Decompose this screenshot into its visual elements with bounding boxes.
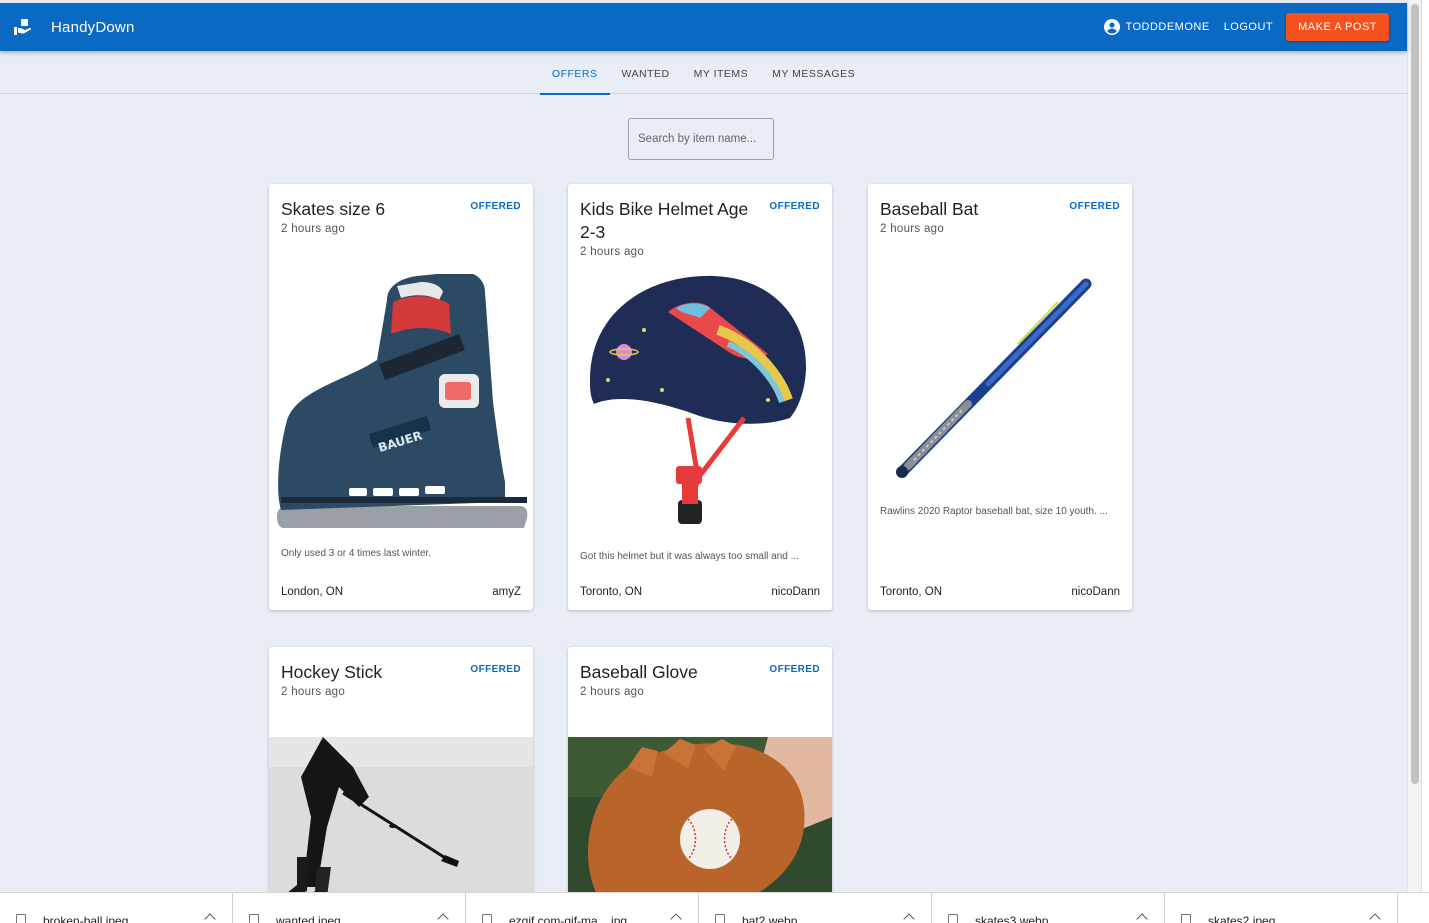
file-icon [482, 914, 492, 923]
user-account[interactable]: TODDDEMONE [1104, 19, 1209, 35]
download-item[interactable]: bat2.webp [699, 893, 932, 923]
card-username: amyZ [492, 586, 521, 598]
download-filename: skates2.jpeg [1208, 914, 1276, 923]
chevron-up-icon[interactable] [1369, 913, 1381, 923]
handydown-logo-icon[interactable] [11, 16, 33, 38]
app-brand[interactable]: HandyDown [51, 19, 135, 36]
downloads-bar: broken-ball.jpeg wanted.jpeg ezgif.com-g… [0, 892, 1429, 923]
item-card[interactable]: Baseball Bat OFFERED 2 hours ago Rawlins… [868, 184, 1132, 610]
chevron-up-icon[interactable] [903, 913, 915, 923]
card-description: Rawlins 2020 Raptor baseball bat, size 1… [880, 506, 1108, 517]
chevron-up-icon[interactable] [204, 913, 216, 923]
account-circle-icon [1104, 19, 1121, 35]
card-title: Kids Bike Helmet Age 2-3 [580, 199, 749, 242]
app-bar: HandyDown TODDDEMONE LOGOUT MAKE A POST [0, 3, 1407, 51]
chevron-up-icon[interactable] [437, 913, 449, 923]
hockey-player-image [269, 737, 533, 907]
chevron-up-icon[interactable] [1136, 913, 1148, 923]
status-badge: OFFERED [769, 201, 820, 212]
status-badge: OFFERED [470, 201, 521, 212]
card-title: Skates size 6 [281, 199, 386, 219]
download-filename: skates3.webp [975, 914, 1049, 923]
card-time: 2 hours ago [880, 223, 945, 235]
card-time: 2 hours ago [281, 223, 346, 235]
card-time: 2 hours ago [281, 686, 346, 698]
card-time: 2 hours ago [580, 686, 645, 698]
download-filename: wanted.jpeg [276, 914, 341, 923]
card-location: Toronto, ON [880, 586, 942, 598]
search-input[interactable] [628, 118, 774, 160]
card-location: Toronto, ON [580, 586, 642, 598]
download-filename: bat2.webp [742, 914, 798, 923]
download-item[interactable]: skates2.jpeg [1165, 893, 1398, 923]
file-icon [16, 914, 26, 923]
card-username: nicoDann [771, 586, 820, 598]
download-item[interactable]: skates3.webp [932, 893, 1165, 923]
scrollbar-thumb[interactable] [1411, 4, 1419, 784]
make-a-post-button[interactable]: MAKE A POST [1286, 13, 1389, 41]
logout-button[interactable]: LOGOUT [1224, 21, 1273, 33]
download-filename: ezgif.com-gif-ma....jpg [509, 914, 628, 923]
item-card[interactable]: Baseball Glove OFFERED 2 hours ago [568, 647, 832, 907]
status-badge: OFFERED [1069, 201, 1120, 212]
tab-wanted[interactable]: WANTED [610, 51, 682, 94]
card-title: Hockey Stick [281, 662, 383, 682]
item-card[interactable]: Kids Bike Helmet Age 2-3 OFFERED 2 hours… [568, 184, 832, 610]
file-icon [715, 914, 725, 923]
tab-my-items[interactable]: MY ITEMS [682, 51, 761, 94]
download-item[interactable]: wanted.jpeg [233, 893, 466, 923]
file-icon [1181, 914, 1191, 923]
item-card[interactable]: Hockey Stick OFFERED 2 hours ago [269, 647, 533, 907]
file-icon [948, 914, 958, 923]
username-label: TODDDEMONE [1125, 21, 1210, 33]
status-badge: OFFERED [769, 664, 820, 675]
download-filename: broken-ball.jpeg [43, 914, 129, 923]
file-icon [249, 914, 259, 923]
tab-bar: OFFERS WANTED MY ITEMS MY MESSAGES [0, 51, 1407, 95]
baseball-bat-image [868, 274, 1132, 484]
devtools-panel-edge [1421, 0, 1429, 892]
baseball-glove-image [568, 737, 832, 907]
status-badge: OFFERED [470, 664, 521, 675]
card-location: London, ON [281, 586, 344, 598]
chevron-up-icon[interactable] [670, 913, 682, 923]
tab-my-messages[interactable]: MY MESSAGES [760, 51, 867, 94]
card-time: 2 hours ago [580, 246, 645, 258]
download-item[interactable]: broken-ball.jpeg [0, 893, 233, 923]
card-title: Baseball Glove [580, 662, 698, 682]
download-item[interactable]: ezgif.com-gif-ma....jpg [466, 893, 699, 923]
ice-skate-image: BAUER [269, 274, 533, 534]
card-title: Baseball Bat [880, 199, 979, 219]
card-description: Got this helmet but it was always too sm… [580, 551, 799, 562]
bike-helmet-image [568, 270, 832, 540]
card-username: nicoDann [1071, 586, 1120, 598]
item-card[interactable]: Skates size 6 OFFERED 2 hours ago BAUER … [269, 184, 533, 610]
page-scrollbar[interactable] [1407, 0, 1421, 892]
card-description: Only used 3 or 4 times last winter. [281, 548, 432, 559]
tab-offers[interactable]: OFFERS [539, 51, 610, 95]
